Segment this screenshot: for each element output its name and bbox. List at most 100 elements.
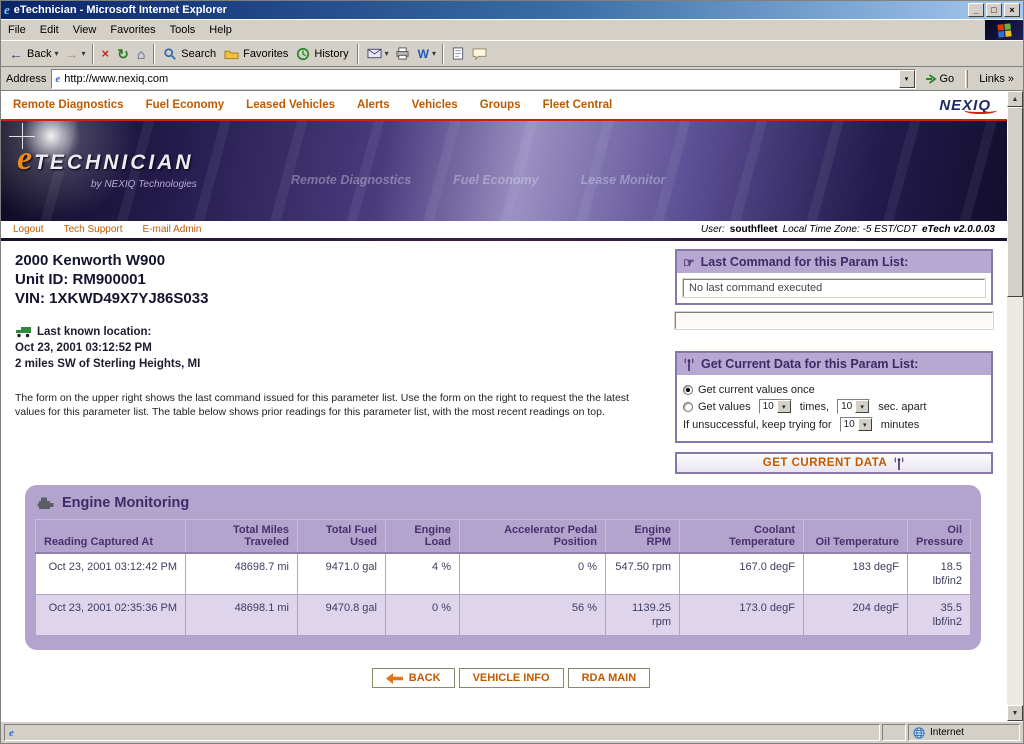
nav-remote-diagnostics[interactable]: Remote Diagnostics bbox=[13, 99, 124, 111]
nav-groups[interactable]: Groups bbox=[480, 99, 521, 111]
back-label: Back bbox=[27, 48, 51, 60]
seconds-dropdown-icon[interactable]: ▾ bbox=[855, 400, 869, 413]
close-button[interactable]: × bbox=[1004, 3, 1020, 17]
windows-flag-icon bbox=[997, 23, 1011, 37]
retry-select[interactable]: 10▾ bbox=[840, 417, 873, 432]
menu-edit[interactable]: Edit bbox=[33, 21, 66, 39]
etechnician-banner: e TECHNICIAN by NEXIQ Technologies Remot… bbox=[1, 121, 1007, 221]
back-nav-button[interactable]: ← Back bbox=[5, 45, 55, 63]
back-button[interactable]: BACK bbox=[372, 668, 455, 688]
times-dropdown-icon[interactable]: ▾ bbox=[777, 400, 791, 413]
table-cell: 547.50 rpm bbox=[606, 553, 680, 595]
menu-help[interactable]: Help bbox=[202, 21, 239, 39]
toolbar-separator bbox=[357, 44, 359, 64]
mail-dropdown-icon[interactable]: ▾ bbox=[383, 49, 391, 58]
table-cell: 204 degF bbox=[804, 595, 908, 636]
table-cell: Oct 23, 2001 03:12:42 PM bbox=[36, 553, 186, 595]
menu-tools[interactable]: Tools bbox=[163, 21, 203, 39]
vertical-scrollbar[interactable]: ▲ ▼ bbox=[1007, 91, 1023, 721]
col-oil-pressure: Oil Pressure bbox=[908, 520, 971, 554]
address-label: Address bbox=[6, 73, 46, 85]
refresh-button[interactable]: ↻ bbox=[113, 45, 133, 63]
rda-main-button[interactable]: RDA MAIN bbox=[568, 668, 651, 688]
home-button[interactable]: ⌂ bbox=[133, 45, 149, 63]
print-button[interactable] bbox=[391, 45, 414, 62]
right-column: ☞ Last Command for this Param List: No l… bbox=[675, 249, 993, 474]
col-oil-temp: Oil Temperature bbox=[804, 520, 908, 554]
back-arrow-icon: ← bbox=[9, 47, 23, 61]
back-dropdown-icon[interactable]: ▾ bbox=[52, 49, 60, 58]
col-engine-load: Engine Load bbox=[386, 520, 460, 554]
nav-fuel-economy[interactable]: Fuel Economy bbox=[146, 99, 225, 111]
radio-multiple[interactable] bbox=[683, 402, 693, 412]
tech-support-link[interactable]: Tech Support bbox=[64, 224, 123, 235]
web-page: Remote Diagnostics Fuel Economy Leased V… bbox=[1, 91, 1007, 721]
get-current-data-label: GET CURRENT DATA bbox=[763, 457, 887, 469]
table-cell: 48698.1 mi bbox=[186, 595, 298, 636]
title-bar[interactable]: e eTechnician - Microsoft Internet Explo… bbox=[1, 1, 1023, 19]
engine-monitoring-section: Engine Monitoring Reading Captured At To… bbox=[25, 485, 981, 650]
menu-favorites[interactable]: Favorites bbox=[103, 21, 162, 39]
table-cell: 173.0 degF bbox=[680, 595, 804, 636]
address-input[interactable]: e http://www.nexiq.com ▾ bbox=[51, 69, 915, 89]
nav-leased-vehicles[interactable]: Leased Vehicles bbox=[246, 99, 335, 111]
edit-page-button[interactable] bbox=[448, 45, 468, 62]
menu-file[interactable]: File bbox=[1, 21, 33, 39]
truck-icon bbox=[15, 326, 32, 338]
status-bar: e Internet bbox=[1, 721, 1023, 743]
address-dropdown-button[interactable]: ▾ bbox=[899, 70, 915, 88]
security-zone-panel: Internet bbox=[908, 724, 1020, 741]
home-icon: ⌂ bbox=[137, 47, 145, 61]
radio-once[interactable] bbox=[683, 385, 693, 395]
nav-vehicles[interactable]: Vehicles bbox=[412, 99, 458, 111]
menu-view[interactable]: View bbox=[66, 21, 104, 39]
browser-toolbar: ← Back ▾ → ▾ × ↻ ⌂ Search Favorites Hist… bbox=[1, 40, 1023, 67]
nav-fleet-central[interactable]: Fleet Central bbox=[543, 99, 613, 111]
times-select[interactable]: 10▾ bbox=[759, 399, 792, 414]
times-value: 10 bbox=[760, 401, 777, 412]
logo-text: TECHNICIAN bbox=[34, 151, 194, 175]
logout-link[interactable]: Logout bbox=[13, 224, 44, 235]
scroll-down-button[interactable]: ▼ bbox=[1007, 705, 1023, 721]
stop-button[interactable]: × bbox=[98, 45, 114, 62]
maximize-button[interactable]: □ bbox=[986, 3, 1002, 17]
minimize-button[interactable]: _ bbox=[968, 3, 984, 17]
forward-dropdown-icon[interactable]: ▾ bbox=[79, 49, 87, 58]
toolbar-separator bbox=[92, 44, 94, 64]
engine-monitoring-title: Engine Monitoring bbox=[62, 495, 189, 511]
favorites-button[interactable]: Favorites bbox=[220, 46, 292, 62]
banner-fuel-economy: Fuel Economy bbox=[453, 173, 538, 187]
vehicle-info-button[interactable]: VEHICLE INFO bbox=[459, 668, 564, 688]
page-favicon: e bbox=[9, 727, 14, 739]
nav-alerts[interactable]: Alerts bbox=[357, 99, 390, 111]
hand-pointer-icon: ☞ bbox=[683, 256, 695, 269]
zone-label: Internet bbox=[930, 727, 964, 738]
get-current-data-button[interactable]: GET CURRENT DATA bbox=[675, 452, 993, 474]
footer-buttons: BACK VEHICLE INFO RDA MAIN bbox=[15, 668, 1007, 688]
go-button[interactable]: Go bbox=[921, 71, 959, 87]
windows-logo-throbber bbox=[985, 20, 1023, 41]
links-button[interactable]: Links » bbox=[975, 71, 1018, 87]
address-url: http://www.nexiq.com bbox=[64, 73, 168, 85]
back-arrow-icon bbox=[386, 673, 403, 684]
history-label: History bbox=[314, 48, 348, 60]
scroll-up-button[interactable]: ▲ bbox=[1007, 91, 1023, 107]
seconds-select[interactable]: 10▾ bbox=[837, 399, 870, 414]
search-button[interactable]: Search bbox=[159, 45, 220, 63]
history-button[interactable]: History bbox=[292, 45, 352, 63]
discuss-button[interactable] bbox=[468, 46, 491, 62]
retry-dropdown-icon[interactable]: ▾ bbox=[858, 418, 872, 431]
links-grip[interactable] bbox=[965, 70, 968, 88]
table-cell: 183 degF bbox=[804, 553, 908, 595]
edit-dropdown-icon[interactable]: ▾ bbox=[430, 49, 438, 58]
address-bar: Address e http://www.nexiq.com ▾ Go Link… bbox=[1, 67, 1023, 91]
back-button-label: BACK bbox=[409, 672, 441, 684]
location-label: Last known location: bbox=[37, 324, 151, 340]
last-command-title: Last Command for this Param List: bbox=[701, 255, 909, 269]
scrollbar-thumb[interactable] bbox=[1007, 107, 1023, 297]
user-info: User: southfleet Local Time Zone: -5 EST… bbox=[701, 224, 995, 235]
last-command-field: No last command executed bbox=[683, 279, 985, 297]
logo-e-icon: e bbox=[17, 145, 32, 172]
email-admin-link[interactable]: E-mail Admin bbox=[143, 224, 202, 235]
col-total-miles: Total Miles Traveled bbox=[186, 520, 298, 554]
